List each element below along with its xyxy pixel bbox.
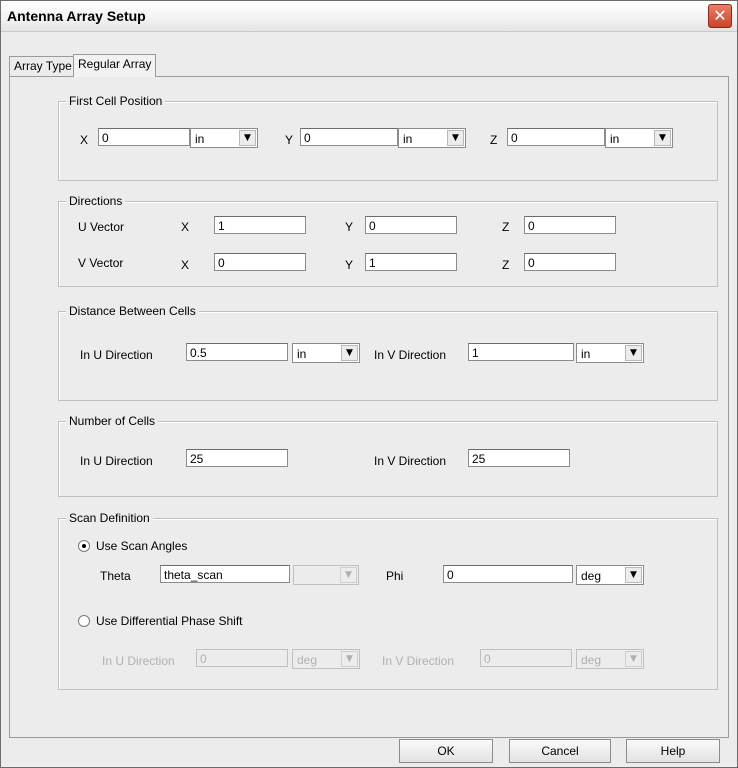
chevron-down-icon: ▼ [625,651,642,667]
v-vector-z-input[interactable]: 0 [524,253,616,271]
u-vector-x-input[interactable]: 1 [214,216,306,234]
chevron-down-icon[interactable]: ▼ [654,130,671,146]
first-cell-x-input[interactable]: 0 [98,128,190,146]
title-bar: Antenna Array Setup ✕ [1,1,737,32]
distance-u-unit-select[interactable]: in ▼ [292,343,360,363]
radio-selected-dot [82,544,86,548]
v-vector-x-input[interactable]: 0 [214,253,306,271]
use-scan-angles-label[interactable]: Use Scan Angles [96,539,187,553]
chevron-down-icon[interactable]: ▼ [341,345,358,361]
v-vector-y-label: Y [345,258,354,272]
first-cell-legend: First Cell Position [66,94,166,108]
first-cell-y-label: Y [285,133,294,147]
phase-u-unit-select: deg ▼ [292,649,360,669]
dialog-title: Antenna Array Setup [7,8,146,24]
distance-legend: Distance Between Cells [66,304,199,318]
distance-u-input[interactable]: 0.5 [186,343,288,361]
cells-v-label: In V Direction [374,454,447,468]
first-cell-z-label: Z [490,133,498,147]
close-icon[interactable]: ✕ [708,4,732,28]
phi-input[interactable]: 0 [443,565,573,583]
tab-label: Regular Array [78,57,152,71]
scan-legend: Scan Definition [66,511,153,525]
u-vector-z-label: Z [502,220,510,234]
u-vector-y-input[interactable]: 0 [365,216,457,234]
select-value: deg [581,569,602,583]
select-value: deg [581,653,602,667]
help-button[interactable]: Help [626,739,720,763]
ok-button[interactable]: OK [399,739,493,763]
directions-legend: Directions [66,194,126,208]
u-vector-label: U Vector [78,220,125,234]
chevron-down-icon[interactable]: ▼ [239,130,256,146]
phase-v-label: In V Direction [382,654,455,668]
chevron-down-icon[interactable]: ▼ [625,567,642,583]
chevron-down-icon[interactable]: ▼ [625,345,642,361]
select-value: deg [297,653,318,667]
dialog-window: Antenna Array Setup ✕ Array Type Regular… [0,0,738,768]
select-value: in [610,132,620,146]
first-cell-z-unit-select[interactable]: in ▼ [605,128,673,148]
cells-u-label: In U Direction [80,454,153,468]
phase-u-label: In U Direction [102,654,175,668]
v-vector-z-label: Z [502,258,510,272]
v-vector-label: V Vector [78,256,124,270]
first-cell-y-input[interactable]: 0 [300,128,398,146]
distance-v-input[interactable]: 1 [468,343,574,361]
cells-legend: Number of Cells [66,414,159,428]
theta-input[interactable]: theta_scan [160,565,290,583]
regular-array-panel: First Cell Position X 0 in ▼ Y 0 in ▼ Z … [9,76,729,738]
u-vector-x-label: X [181,220,190,234]
use-differential-phase-radio[interactable] [78,615,90,627]
chevron-down-icon[interactable]: ▼ [447,130,464,146]
theta-unit-select: ▼ [293,565,359,585]
use-differential-phase-label[interactable]: Use Differential Phase Shift [96,614,243,628]
select-value: in [195,132,205,146]
distance-u-label: In U Direction [80,348,153,362]
cancel-button[interactable]: Cancel [509,739,611,763]
distance-v-unit-select[interactable]: in ▼ [576,343,644,363]
first-cell-z-input[interactable]: 0 [507,128,605,146]
v-vector-y-input[interactable]: 1 [365,253,457,271]
phase-v-unit-select: deg ▼ [576,649,644,669]
select-value: in [403,132,413,146]
phase-v-input: 0 [480,649,572,667]
phi-unit-select[interactable]: deg ▼ [576,565,644,585]
use-scan-angles-radio[interactable] [78,540,90,552]
v-vector-x-label: X [181,258,190,272]
cells-u-input[interactable]: 25 [186,449,288,467]
directions-group [58,201,718,287]
theta-label: Theta [100,569,131,583]
first-cell-x-label: X [80,133,89,147]
distance-v-label: In V Direction [374,348,447,362]
tab-array-type[interactable]: Array Type [9,56,77,77]
tab-label: Array Type [14,59,72,73]
cells-v-input[interactable]: 25 [468,449,570,467]
u-vector-y-label: Y [345,220,354,234]
select-value: in [581,347,591,361]
chevron-down-icon: ▼ [341,651,358,667]
first-cell-y-unit-select[interactable]: in ▼ [398,128,466,148]
u-vector-z-input[interactable]: 0 [524,216,616,234]
select-value: in [297,347,307,361]
phi-label: Phi [386,569,404,583]
chevron-down-icon: ▼ [340,567,357,583]
first-cell-x-unit-select[interactable]: in ▼ [190,128,258,148]
phase-u-input: 0 [196,649,288,667]
tab-regular-array[interactable]: Regular Array [73,54,157,77]
